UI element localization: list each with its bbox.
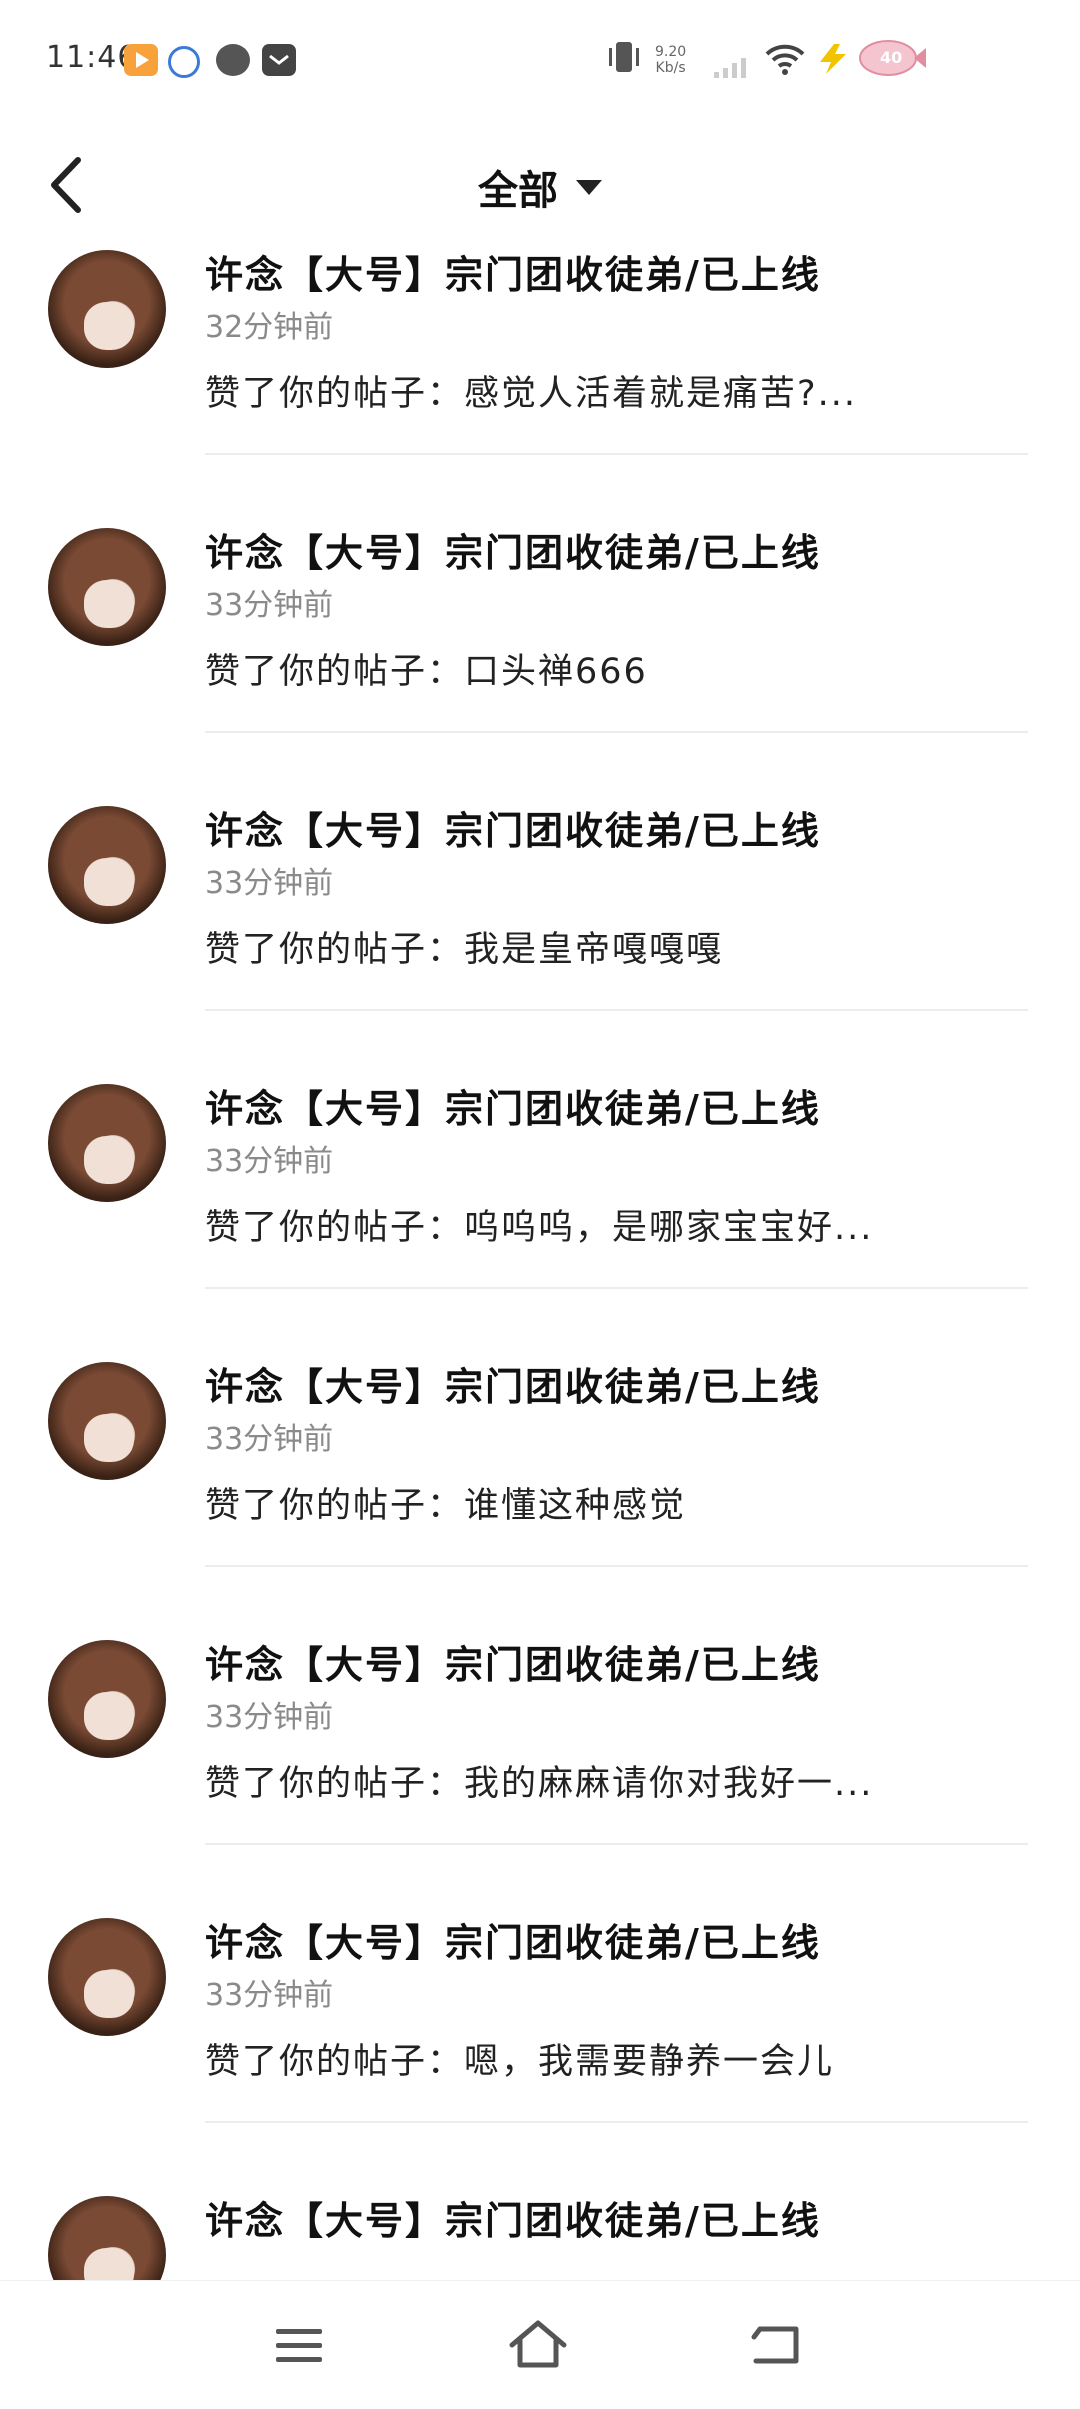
list-item[interactable]: 许念【大号】宗门团收徒弟/已上线 33分钟前 赞了你的帖子：嗯，我需要静养一会儿 xyxy=(0,1918,1080,2198)
user-name[interactable]: 许念【大号】宗门团收徒弟/已上线 xyxy=(205,522,821,577)
ifly-app-icon xyxy=(168,46,200,78)
avatar[interactable] xyxy=(48,250,166,368)
divider xyxy=(205,2121,1028,2123)
avatar[interactable] xyxy=(48,1362,166,1480)
timestamp: 33分钟前 xyxy=(205,1422,334,1457)
divider xyxy=(205,453,1028,455)
user-name[interactable]: 许念【大号】宗门团收徒弟/已上线 xyxy=(205,1356,821,1411)
divider xyxy=(205,1843,1028,1845)
notification-message: 赞了你的帖子：我的麻麻请你对我好一... xyxy=(205,1764,874,1804)
timestamp: 33分钟前 xyxy=(205,1144,334,1179)
divider xyxy=(205,1565,1028,1567)
filter-dropdown[interactable]: 全部 xyxy=(0,158,1080,216)
network-speed: 9.20 Kb/s xyxy=(655,44,687,76)
battery-level: 40 xyxy=(880,48,903,67)
list-item[interactable]: 许念【大号】宗门团收徒弟/已上线 33分钟前 赞了你的帖子：我是皇帝嘎嘎嘎 xyxy=(0,806,1080,1086)
video-app-icon xyxy=(124,44,158,76)
avatar[interactable] xyxy=(48,1918,166,2036)
notification-list[interactable]: 许念【大号】宗门团收徒弟/已上线 32分钟前 赞了你的帖子：感觉人活着就是痛苦?… xyxy=(0,250,1080,2280)
user-name[interactable]: 许念【大号】宗门团收徒弟/已上线 xyxy=(205,1634,821,1689)
timestamp: 33分钟前 xyxy=(205,1978,334,2013)
menu-icon xyxy=(276,2329,322,2362)
timestamp: 33分钟前 xyxy=(205,866,334,901)
user-name[interactable]: 许念【大号】宗门团收徒弟/已上线 xyxy=(205,1078,821,1133)
dropdown-caret-icon xyxy=(576,179,602,195)
user-name[interactable]: 许念【大号】宗门团收徒弟/已上线 xyxy=(205,1912,821,1967)
back-nav-icon xyxy=(751,2326,799,2364)
avatar[interactable] xyxy=(48,1084,166,1202)
user-name[interactable]: 许念【大号】宗门团收徒弟/已上线 xyxy=(205,800,821,855)
list-item[interactable]: 许念【大号】宗门团收徒弟/已上线 32分钟前 赞了你的帖子：感觉人活着就是痛苦?… xyxy=(0,250,1080,530)
list-item[interactable]: 许念【大号】宗门团收徒弟/已上线 33分钟前 赞了你的帖子：口头禅666 xyxy=(0,528,1080,808)
user-name[interactable]: 许念【大号】宗门团收徒弟/已上线 xyxy=(205,2190,821,2245)
link-app-icon xyxy=(216,44,250,76)
user-name[interactable]: 许念【大号】宗门团收徒弟/已上线 xyxy=(205,250,821,299)
status-bar: 11:46 9.20 Kb/s 40 xyxy=(0,0,1080,120)
avatar[interactable] xyxy=(48,528,166,646)
notification-message: 赞了你的帖子：感觉人活着就是痛苦?... xyxy=(205,374,857,414)
back-nav-button[interactable] xyxy=(746,2315,810,2375)
home-button[interactable] xyxy=(506,2315,570,2375)
wifi-icon xyxy=(764,42,806,80)
list-item[interactable]: 许念【大号】宗门团收徒弟/已上线 33分钟前 赞了你的帖子：谁懂这种感觉 xyxy=(0,1362,1080,1642)
mail-app-icon xyxy=(262,44,296,76)
list-item[interactable]: 许念【大号】宗门团收徒弟/已上线 xyxy=(0,2196,1080,2280)
divider xyxy=(205,1009,1028,1011)
avatar[interactable] xyxy=(48,806,166,924)
charging-icon xyxy=(816,42,850,80)
vibrate-icon xyxy=(606,38,642,82)
signal-icon xyxy=(712,50,752,84)
menu-button[interactable] xyxy=(268,2315,332,2375)
notification-message: 赞了你的帖子：口头禅666 xyxy=(205,652,648,692)
divider xyxy=(205,731,1028,733)
timestamp: 33分钟前 xyxy=(205,1700,334,1735)
list-item[interactable]: 许念【大号】宗门团收徒弟/已上线 33分钟前 赞了你的帖子：我的麻麻请你对我好一… xyxy=(0,1640,1080,1920)
notification-message: 赞了你的帖子：嗯，我需要静养一会儿 xyxy=(205,2042,835,2082)
timestamp: 33分钟前 xyxy=(205,588,334,623)
notification-message: 赞了你的帖子：呜呜呜，是哪家宝宝好... xyxy=(205,1208,874,1248)
avatar[interactable] xyxy=(48,2196,166,2280)
notification-message: 赞了你的帖子：谁懂这种感觉 xyxy=(205,1486,687,1526)
avatar[interactable] xyxy=(48,1640,166,1758)
header: 全部 xyxy=(0,120,1080,250)
page-title: 全部 xyxy=(478,168,558,214)
system-nav-bar xyxy=(0,2280,1080,2409)
timestamp: 32分钟前 xyxy=(205,310,334,345)
home-icon xyxy=(509,2320,567,2368)
divider xyxy=(205,1287,1028,1289)
list-item[interactable]: 许念【大号】宗门团收徒弟/已上线 33分钟前 赞了你的帖子：呜呜呜，是哪家宝宝好… xyxy=(0,1084,1080,1364)
notification-message: 赞了你的帖子：我是皇帝嘎嘎嘎 xyxy=(205,930,724,970)
